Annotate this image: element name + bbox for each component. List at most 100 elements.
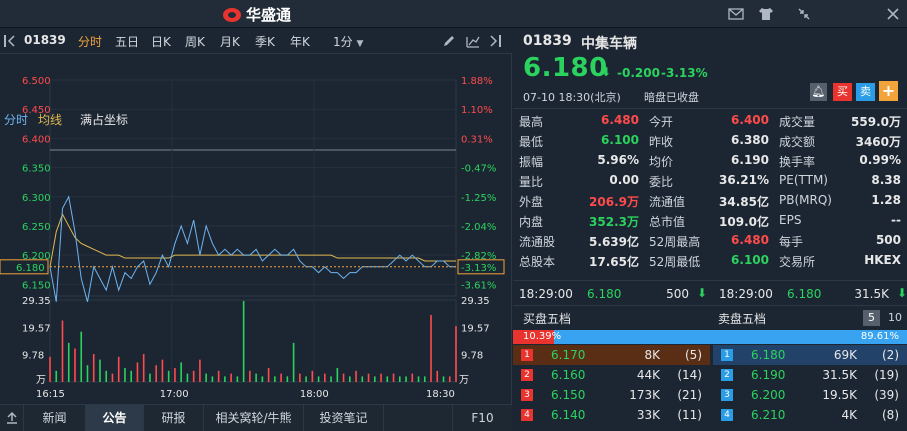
tab-warrants[interactable]: 相关窝轮/牛熊 [204,405,304,431]
tab-month-k[interactable]: 月K [220,33,240,51]
tab-f10[interactable]: F10 [452,405,512,431]
stat-value: 6.100 [731,253,769,267]
volume-plot-frame [49,299,457,383]
brand: 华盛通 [222,4,291,24]
stat-label: 振幅 [519,155,544,169]
price-tick-label: 6.500 [22,76,51,87]
stat-value: 5.96% [597,153,639,167]
stat-label: 换手率 [779,155,816,169]
tick-time: 18:29:00 [519,287,573,301]
bid-row[interactable]: 4 6.140 33K (11) [513,405,710,425]
volume-bar [417,376,420,382]
indicator-icon[interactable] [466,34,480,51]
volume-bar [230,373,232,382]
volume-bar [355,370,357,382]
tab-fenshi[interactable]: 分时 [78,33,102,51]
volume-tick-label: 9.78 [22,351,44,362]
tab-research[interactable]: 研报 [144,405,204,431]
ask-row[interactable]: 3 6.200 19.5K (39) [713,385,907,405]
shirt-icon[interactable] [757,5,775,23]
stat-value: -- [891,213,901,227]
volume-bar [286,376,289,382]
sell-button[interactable]: 卖 [856,83,875,101]
shrink-icon[interactable] [795,5,813,23]
stat-label: 交易所 [779,255,816,269]
add-watchlist-button[interactable]: + [879,81,898,101]
volume-bar [105,370,108,382]
volume-bar [448,376,451,382]
level-badge: 3 [521,389,533,401]
current-pct-tag: -3.13% [461,263,496,274]
volume-bar [299,373,301,382]
current-price-tag: 6.180 [16,263,45,274]
stat-value: 8.38 [871,173,901,187]
tab-five-day[interactable]: 五日 [115,33,139,51]
buy-button[interactable]: 买 [833,83,852,101]
market-status: 暗盘已收盘 [644,91,699,104]
level-badge: 1 [521,349,533,361]
tab-quarter-k[interactable]: 季K [255,33,275,51]
level-badge: 4 [721,409,733,421]
volume-tick-label: 9.78 [461,351,483,362]
intraday-chart: 6.5006.4506.4006.3506.3006.2506.2006.150… [0,76,505,400]
tab-week-k[interactable]: 周K [185,33,205,51]
volume-bar [430,314,432,382]
quote-change: -0.200 [617,66,660,80]
quote-panel: 01839 中集车辆 6.180 ⬇ -0.200 -3.13% 07-10 1… [513,29,907,431]
ask-row[interactable]: 1 6.180 69K (2) [713,345,907,365]
level-count: (2) [882,348,899,362]
close-icon[interactable] [884,5,902,23]
stat-value: 6.190 [731,153,769,167]
volume-bar [292,342,295,382]
bell-icon[interactable]: 🔔︎ [810,83,827,101]
volume-unit-label: 万 [36,375,46,386]
stat-value: 0.99% [859,153,901,167]
volume-bar [205,373,207,382]
price-axis-left: 6.5006.4506.4006.3506.3006.2506.2006.150 [22,76,51,291]
stat-label: 成交量 [779,115,816,129]
bid-row[interactable]: 2 6.160 44K (14) [513,365,710,385]
interval-select[interactable]: 1分 ▼ [333,33,363,51]
bid-row[interactable]: 3 6.150 173K (21) [513,385,710,405]
volume-tick-label: 29.35 [22,296,51,307]
tab-day-k[interactable]: 日K [151,33,171,51]
interval-label: 1分 [333,35,353,49]
depth-5-button[interactable]: 5 [863,310,880,326]
depth-10-button[interactable]: 10 [885,310,905,326]
stat-label: 52周最低 [649,255,701,269]
stat-label: 52周最高 [649,235,701,249]
tab-year-k[interactable]: 年K [290,33,310,51]
volume-bar [49,356,51,382]
level-volume: 69K [833,348,857,362]
volume-bar [136,362,139,382]
level-badge: 4 [521,409,533,421]
level-badge: 3 [721,389,733,401]
volume-bar [74,348,76,382]
volume-bar [211,376,214,382]
tick-time: 18:29:00 [719,287,773,301]
tab-news[interactable]: 新闻 [24,405,86,431]
tick-price: 6.180 [587,287,622,301]
pct-tick-label: 1.10% [461,105,493,116]
tab-notes[interactable]: 投资笔记 [304,405,384,431]
tab-announcements[interactable]: 公告 [86,405,144,431]
volume-bar [142,354,145,382]
bid-row[interactable]: 1 6.170 8K (5) [513,345,710,365]
ask-row[interactable]: 2 6.190 31.5K (19) [713,365,907,385]
down-arrow-icon: ⬇ [601,65,612,79]
upload-icon[interactable] [0,405,24,431]
expand-panel-icon[interactable] [488,34,502,51]
volume-bar [442,376,445,382]
quote-price: 6.180 [523,53,608,83]
ask-row[interactable]: 4 6.210 4K (8) [713,405,907,425]
stat-value: 5.639亿 [589,235,639,249]
volume-tick-label: 19.57 [22,323,51,334]
mail-icon[interactable] [727,5,745,23]
collapse-panel-icon[interactable] [4,35,16,50]
pencil-icon[interactable] [442,34,456,51]
volume-bar [380,373,382,382]
stat-value: 206.9万 [589,195,639,209]
price-line [49,195,456,302]
stat-value: 1.28 [871,193,901,207]
volume-tick-label: 29.35 [461,296,490,307]
